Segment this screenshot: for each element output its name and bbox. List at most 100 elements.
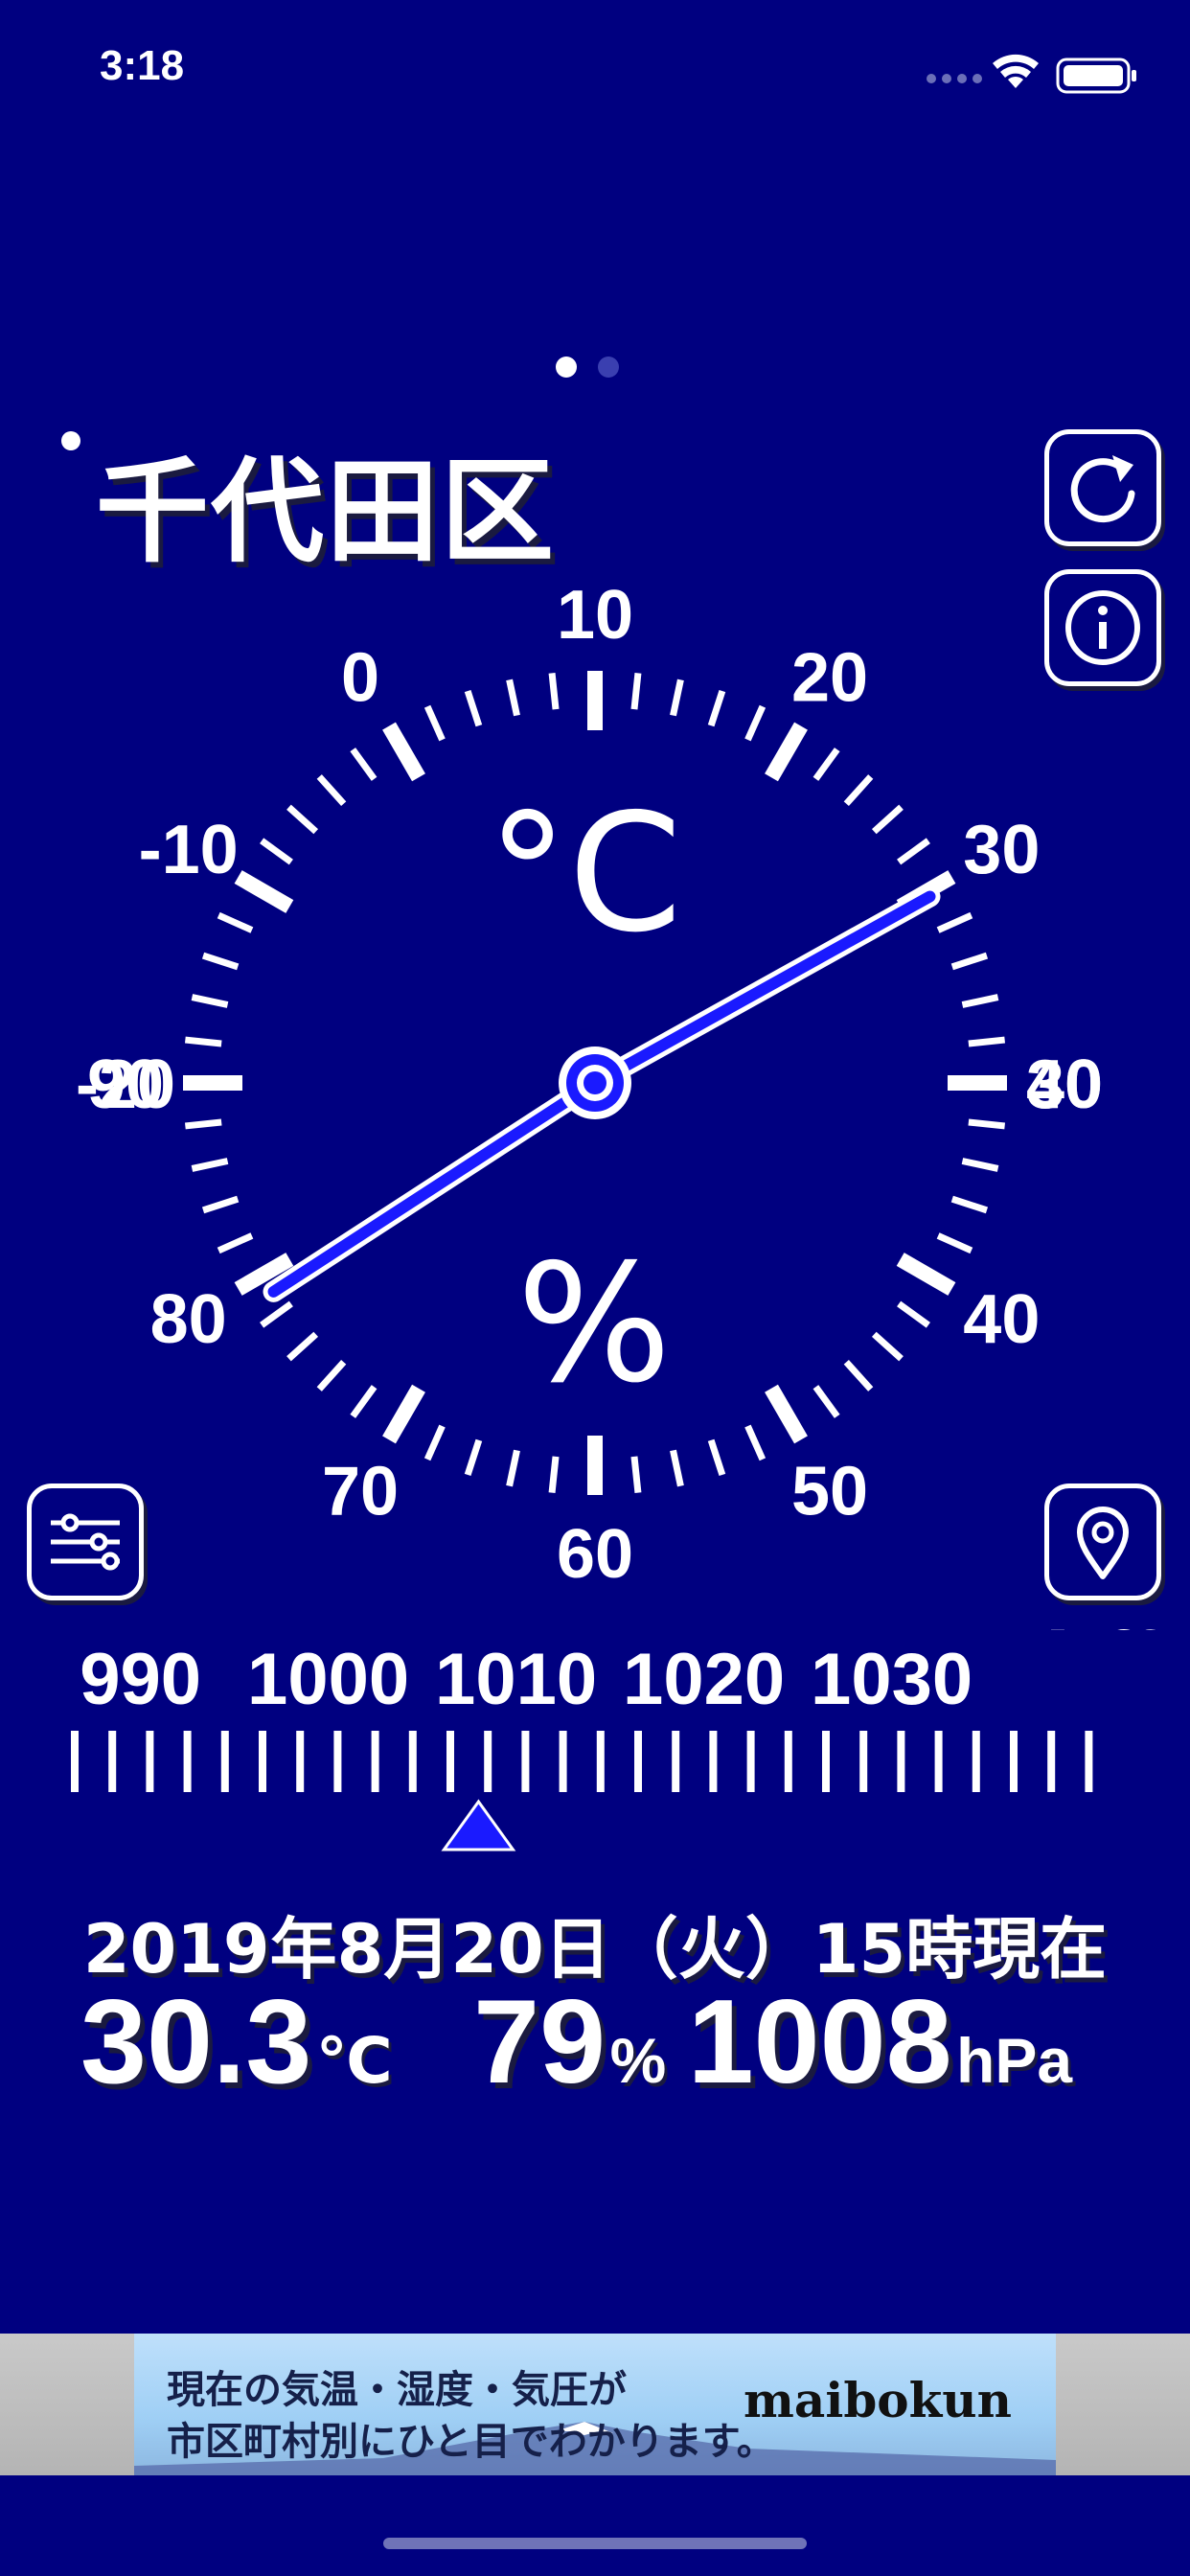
- gauge-tick: [670, 1449, 684, 1487]
- temperature-unit: ℃: [315, 2025, 393, 2096]
- gauge-tick: [936, 1232, 973, 1254]
- pressure-tick: [934, 1731, 943, 1792]
- gauge-tick: [936, 911, 973, 933]
- wifi-icon: [993, 54, 1039, 88]
- battery-icon: [1056, 58, 1136, 94]
- gauge-tick: [191, 994, 229, 1008]
- pressure-tick: [220, 1731, 229, 1792]
- temperature-value: 30.3: [80, 1976, 312, 2108]
- gauge-tick: [286, 1331, 319, 1362]
- ad-text-line2: 市区町村別にひと目でわかります。: [167, 2420, 775, 2464]
- pressure-scale-ticks: [71, 1731, 1093, 1792]
- pressure-tick-label: 1030: [811, 1639, 973, 1720]
- pressure-tick: [709, 1731, 718, 1792]
- humidity-tick-label: 80: [150, 1281, 227, 1358]
- home-indicator[interactable]: [383, 2538, 807, 2549]
- gauge-tick: [217, 911, 254, 933]
- pressure-tick: [859, 1731, 868, 1792]
- location-dot-icon: [61, 431, 80, 450]
- ad-content[interactable]: 現在の気温・湿度・気圧が 市区町村別にひと目でわかります。 maibokun: [134, 2334, 1056, 2475]
- gauge-tick: [843, 774, 874, 807]
- pressure-tick: [333, 1731, 342, 1792]
- gauge-tick: [506, 1449, 520, 1487]
- humidity-tick-label: 40: [963, 1281, 1040, 1358]
- pressure-tick: [146, 1731, 154, 1792]
- page-dot-inactive[interactable]: [598, 356, 619, 378]
- needle-hub-center: [584, 1071, 606, 1094]
- page-dot-active[interactable]: [556, 356, 577, 378]
- current-readings: 30.3 ℃ 79 % 1008 hPa: [80, 1974, 1154, 2108]
- pressure-tick: [634, 1731, 642, 1792]
- gauge-tick: [961, 994, 999, 1008]
- pressure-tick: [1085, 1731, 1093, 1792]
- gauge-tick: [316, 774, 347, 807]
- gauge-tick: [707, 689, 726, 727]
- pressure-tick: [972, 1731, 980, 1792]
- gauge-tick: [871, 1331, 904, 1362]
- temperature-tick-label: 30: [963, 812, 1040, 888]
- refresh-icon: [1070, 455, 1135, 523]
- gauge-tick: [968, 1118, 1006, 1130]
- humidity-tick-label: 60: [557, 1516, 633, 1593]
- pressure-tick-label: 1020: [623, 1639, 785, 1720]
- temperature-tick-label: 10: [557, 577, 633, 654]
- ad-banner[interactable]: 現在の気温・湿度・気圧が 市区町村別にひと目でわかります。 maibokun: [0, 2334, 1190, 2475]
- status-time: 3:18: [100, 42, 185, 89]
- gauge-tick: [871, 804, 904, 835]
- gauge-tick: [897, 838, 930, 865]
- pressure-tick: [784, 1731, 792, 1792]
- temperature-tick-label: -10: [139, 812, 239, 888]
- pressure-value: 1008: [687, 1976, 952, 2108]
- gauge-tick: [350, 748, 378, 781]
- gauge-tick: [184, 1118, 222, 1130]
- gauge-tick: [382, 722, 425, 782]
- gauge-tick: [897, 1300, 930, 1328]
- pressure-tick: [746, 1731, 755, 1792]
- gauge-tick: [765, 722, 808, 782]
- gauge-tick: [191, 1158, 229, 1172]
- gauge-tick: [961, 1158, 999, 1172]
- pressure-unit: hPa: [956, 2025, 1073, 2096]
- gauge-tick: [765, 1384, 808, 1444]
- gauge-tick: [548, 672, 560, 710]
- pressure-tick: [484, 1731, 492, 1792]
- gauge-tick: [260, 838, 293, 865]
- temperature-unit-label: °C: [487, 779, 682, 969]
- pressure-tick: [108, 1731, 117, 1792]
- humidity-tick-label: 50: [791, 1453, 868, 1530]
- gauge-tick: [812, 748, 840, 781]
- pressure-tick: [596, 1731, 605, 1792]
- gauge-tick: [630, 672, 642, 710]
- signal-icon: [927, 74, 982, 83]
- gauge-tick: [506, 678, 520, 717]
- status-icons: [927, 54, 1136, 94]
- pressure-tick: [521, 1731, 530, 1792]
- humidity-value: 79: [473, 1976, 606, 2108]
- pressure-tick: [672, 1731, 680, 1792]
- gauge-tick: [670, 678, 684, 717]
- gauge-tick: [968, 1036, 1006, 1047]
- pressure-scale-unit: hPa: [989, 1629, 1158, 1649]
- pressure-tick-label: 990: [80, 1639, 201, 1720]
- gauge-tick: [184, 1036, 222, 1047]
- pressure-tick: [296, 1731, 305, 1792]
- thermo-hygrometer-gauge: -20-1001020304090807030405060 °C %: [76, 577, 1103, 1593]
- gauge-tick: [630, 1456, 642, 1494]
- gauge-tick: [423, 1424, 446, 1461]
- gauge-tick: [464, 1438, 483, 1477]
- pressure-tick: [822, 1731, 830, 1792]
- pressure-tick: [259, 1731, 266, 1792]
- gauge-tick: [260, 1300, 293, 1328]
- gauge-tick: [950, 952, 989, 971]
- humidity-tick-label: 90: [87, 1046, 164, 1123]
- pressure-tick-label: 1010: [435, 1639, 597, 1720]
- gauge-tick: [217, 1232, 254, 1254]
- gauge-tick: [843, 1359, 874, 1392]
- page-indicator[interactable]: [556, 356, 632, 381]
- gauge-tick: [382, 1384, 425, 1444]
- refresh-button[interactable]: [1044, 429, 1161, 546]
- gauge-tick: [350, 1385, 378, 1418]
- gauge-tick: [548, 1456, 560, 1494]
- ad-brand-logo: maibokun: [744, 2372, 1012, 2428]
- pressure-marker: [441, 1799, 516, 1852]
